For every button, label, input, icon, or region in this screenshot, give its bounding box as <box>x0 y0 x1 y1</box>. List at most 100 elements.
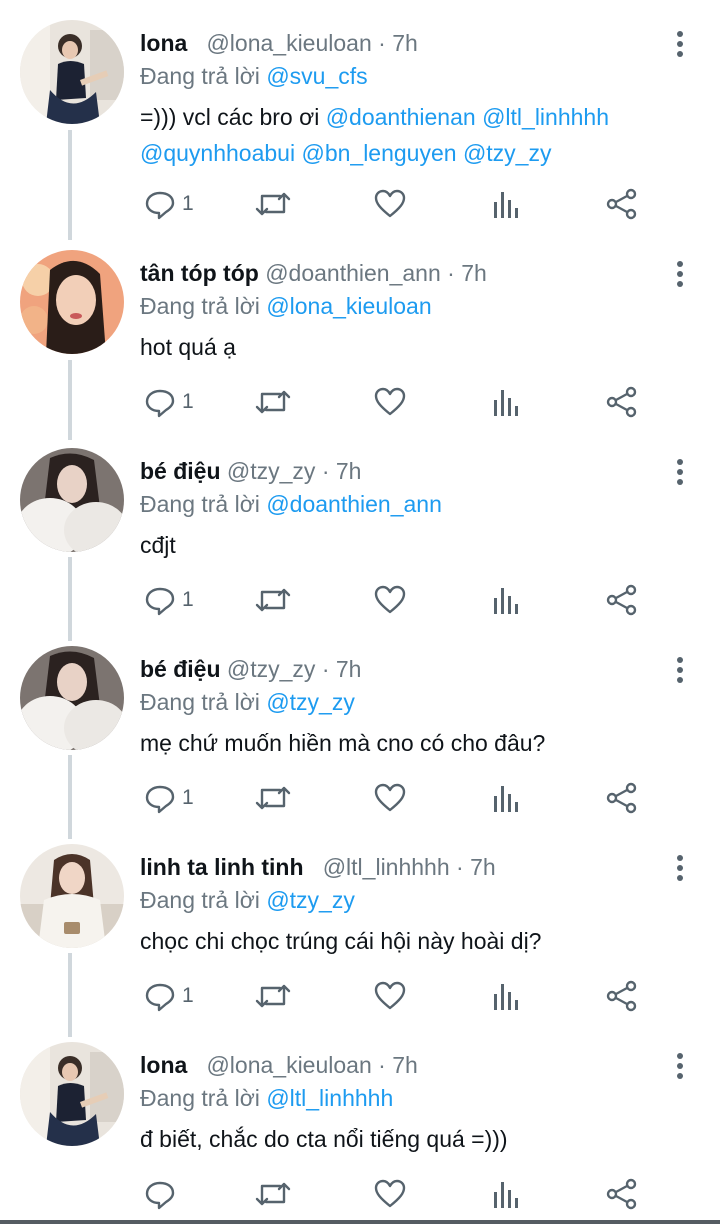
more-icon[interactable] <box>668 854 692 882</box>
user-handle[interactable]: @doanthien_ann <box>265 260 441 286</box>
like-icon <box>374 1179 406 1208</box>
tweet[interactable]: bé điệu @tzy_zy · 7h Đang trả lời @doant… <box>0 428 720 628</box>
tweet-text: =))) vcl các bro ơi @doanthienan @ltl_li… <box>140 99 700 171</box>
avatar[interactable] <box>20 844 124 948</box>
more-icon[interactable] <box>668 30 692 58</box>
retweet-button[interactable] <box>254 976 292 1016</box>
tweet[interactable]: linh ta linh tinh @ltl_linhhhh · 7h Đang… <box>0 824 720 1024</box>
tweet[interactable]: lona @lona_kieuloan · 7h Đang trả lời @l… <box>0 1022 720 1220</box>
mention-link[interactable]: @quynhhoabui @bn_lenguyen @tzy_zy <box>140 140 551 166</box>
views-button[interactable] <box>492 580 520 620</box>
timestamp[interactable]: 7h <box>336 656 362 682</box>
mention-link[interactable]: @doanthien_ann <box>266 491 442 517</box>
replying-to: Đang trả lời @tzy_zy <box>140 687 355 717</box>
reply-button[interactable]: 1 <box>144 778 194 818</box>
retweet-icon <box>255 1182 291 1206</box>
display-name[interactable]: bé điệu <box>140 458 221 484</box>
tweet-text: cđjt <box>140 532 176 558</box>
replying-to: Đang trả lời @lona_kieuloan <box>140 291 432 321</box>
retweet-button[interactable] <box>254 184 292 224</box>
like-button[interactable] <box>374 580 406 620</box>
like-button[interactable] <box>374 976 406 1016</box>
more-icon[interactable] <box>668 458 692 486</box>
timestamp[interactable]: 7h <box>336 458 362 484</box>
share-button[interactable] <box>606 976 638 1016</box>
timestamp[interactable]: 7h <box>470 854 496 880</box>
display-name[interactable]: lona <box>140 30 187 56</box>
reply-button[interactable]: 1 <box>144 976 194 1016</box>
share-button[interactable] <box>606 778 638 818</box>
mention-link[interactable]: @doanthienan @ltl_linhhhh <box>326 104 609 130</box>
views-button[interactable] <box>492 976 520 1016</box>
reply-count: 1 <box>182 390 194 413</box>
display-name[interactable]: lona <box>140 1052 187 1078</box>
share-button[interactable] <box>606 184 638 224</box>
display-name[interactable]: bé điệu <box>140 656 221 682</box>
mention-link[interactable]: @lona_kieuloan <box>266 293 431 319</box>
mention-link[interactable]: @tzy_zy <box>266 689 355 715</box>
mention-link[interactable]: @ltl_linhhhh <box>266 1085 393 1111</box>
more-icon[interactable] <box>668 656 692 684</box>
retweet-icon <box>255 786 291 810</box>
reply-button[interactable] <box>144 1174 182 1214</box>
retweet-button[interactable] <box>254 580 292 620</box>
avatar[interactable] <box>20 1042 124 1146</box>
reply-icon <box>145 587 175 616</box>
tweet[interactable]: lona @lona_kieuloan · 7h Đang trả lời @s… <box>0 0 720 240</box>
like-icon <box>374 585 406 614</box>
views-button[interactable] <box>492 778 520 818</box>
mention-link[interactable]: @svu_cfs <box>266 63 367 89</box>
replying-to-label: Đang trả lời <box>140 689 260 715</box>
reply-button[interactable]: 1 <box>144 580 194 620</box>
share-button[interactable] <box>606 1174 638 1214</box>
more-icon[interactable] <box>668 260 692 288</box>
avatar[interactable] <box>20 20 124 124</box>
share-button[interactable] <box>606 580 638 620</box>
reply-icon <box>145 389 175 418</box>
reply-icon <box>145 785 175 814</box>
timestamp[interactable]: 7h <box>392 1052 418 1078</box>
views-icon <box>494 1182 518 1208</box>
like-button[interactable] <box>374 184 406 224</box>
replying-to: Đang trả lời @tzy_zy <box>140 885 355 915</box>
user-handle[interactable]: @tzy_zy <box>227 458 316 484</box>
reply-button[interactable]: 1 <box>144 184 194 224</box>
like-button[interactable] <box>374 1174 406 1214</box>
timestamp[interactable]: 7h <box>461 260 487 286</box>
reply-icon <box>145 191 175 220</box>
retweet-button[interactable] <box>254 1174 292 1214</box>
display-name[interactable]: linh ta linh tinh <box>140 854 304 880</box>
tweet-header: linh ta linh tinh @ltl_linhhhh · 7h <box>140 852 496 882</box>
share-icon <box>606 782 637 814</box>
replying-to-label: Đang trả lời <box>140 1085 260 1111</box>
views-button[interactable] <box>492 382 520 422</box>
retweet-button[interactable] <box>254 382 292 422</box>
share-button[interactable] <box>606 382 638 422</box>
reply-count: 1 <box>182 192 194 215</box>
separator-dot: · <box>447 260 462 286</box>
tweet-text: đ biết, chắc do cta nổi tiếng quá =))) <box>140 1126 508 1152</box>
user-handle[interactable]: @tzy_zy <box>227 656 316 682</box>
views-button[interactable] <box>492 1174 520 1214</box>
avatar[interactable] <box>20 646 124 750</box>
like-button[interactable] <box>374 778 406 818</box>
mention-link[interactable]: @tzy_zy <box>266 887 355 913</box>
tweet-header: bé điệu @tzy_zy · 7h <box>140 654 361 684</box>
user-handle[interactable]: @ltl_linhhhh <box>323 854 450 880</box>
user-handle[interactable]: @lona_kieuloan <box>206 30 371 56</box>
avatar[interactable] <box>20 250 124 354</box>
bottom-divider <box>0 1220 720 1224</box>
share-icon <box>606 584 637 616</box>
retweet-button[interactable] <box>254 778 292 818</box>
more-icon[interactable] <box>668 1052 692 1080</box>
reply-button[interactable]: 1 <box>144 382 194 422</box>
user-handle[interactable]: @lona_kieuloan <box>206 1052 371 1078</box>
reply-thread: lona @lona_kieuloan · 7h Đang trả lời @s… <box>0 0 720 1224</box>
tweet[interactable]: bé điệu @tzy_zy · 7h Đang trả lời @tzy_z… <box>0 626 720 826</box>
views-button[interactable] <box>492 184 520 224</box>
like-button[interactable] <box>374 382 406 422</box>
tweet[interactable]: tân tóp tóp @doanthien_ann · 7h Đang trả… <box>0 230 720 430</box>
timestamp[interactable]: 7h <box>392 30 418 56</box>
display-name[interactable]: tân tóp tóp <box>140 260 259 286</box>
avatar[interactable] <box>20 448 124 552</box>
